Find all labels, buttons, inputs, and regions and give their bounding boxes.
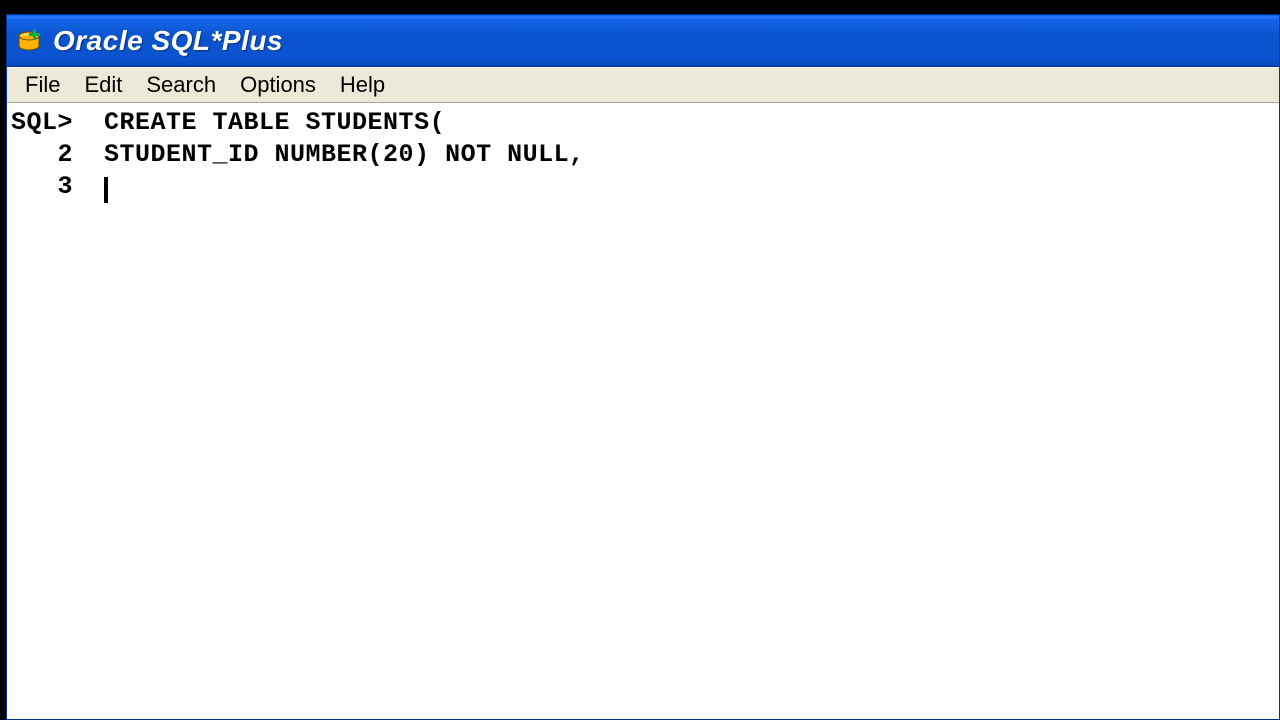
- sql-terminal[interactable]: SQL> CREATE TABLE STUDENTS( 2 STUDENT_ID…: [7, 103, 1279, 207]
- terminal-line: SQL> CREATE TABLE STUDENTS(: [11, 107, 1275, 139]
- menu-options[interactable]: Options: [228, 68, 328, 102]
- menu-help-label: Help: [340, 72, 385, 98]
- sqlplus-window: Oracle SQL*Plus File Edit Search Options…: [6, 14, 1280, 720]
- menubar: File Edit Search Options Help: [7, 67, 1279, 103]
- app-icon: [15, 27, 43, 55]
- menu-help[interactable]: Help: [328, 68, 397, 102]
- menu-edit[interactable]: Edit: [72, 68, 134, 102]
- menu-options-label: Options: [240, 72, 316, 98]
- menu-edit-label: Edit: [84, 72, 122, 98]
- window-titlebar[interactable]: Oracle SQL*Plus: [7, 15, 1279, 67]
- window-title: Oracle SQL*Plus: [53, 25, 283, 57]
- desktop-background-top: [0, 0, 1280, 14]
- menu-file[interactable]: File: [13, 68, 72, 102]
- terminal-line: 3: [11, 171, 1275, 203]
- menu-search-label: Search: [146, 72, 216, 98]
- terminal-line: 2 STUDENT_ID NUMBER(20) NOT NULL,: [11, 139, 1275, 171]
- menu-search[interactable]: Search: [134, 68, 228, 102]
- menu-file-label: File: [25, 72, 60, 98]
- text-cursor: [104, 177, 108, 203]
